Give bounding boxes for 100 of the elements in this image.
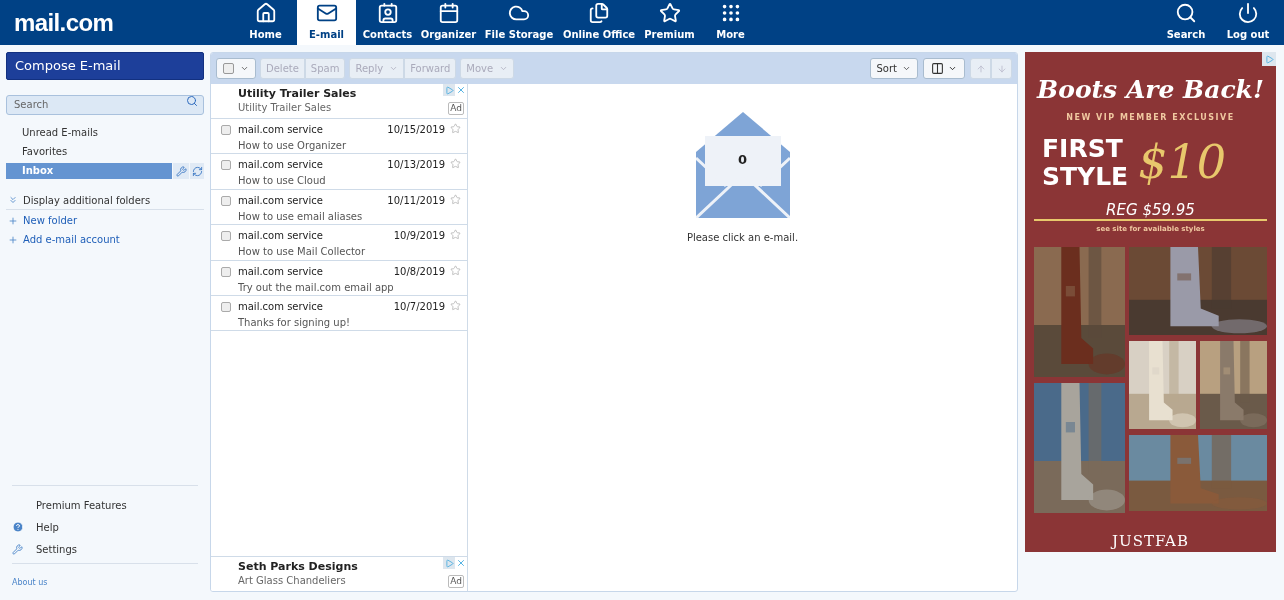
search-icon[interactable] [186,95,198,107]
email-date: 10/11/2019 [387,193,445,208]
star-icon[interactable] [450,299,461,311]
nav-tab[interactable]: File Storage [480,0,558,45]
nav-tab[interactable]: More [701,0,760,45]
house-icon [254,2,277,24]
star-icon[interactable] [450,123,461,134]
plus-icon [8,234,18,245]
email-date: 10/8/2019 [393,264,445,279]
email-row[interactable]: mail.com service 10/13/2019 How to use Cloud [211,154,467,190]
help-icon [12,521,24,533]
select-all-dropdown[interactable] [216,58,256,79]
banner-price: $10 [1138,134,1226,191]
footer-link[interactable]: Settings [36,541,77,557]
sidebar-link[interactable]: Add e-mail account [23,232,120,247]
down-button[interactable] [991,58,1012,79]
checkbox[interactable] [221,125,231,135]
ad-subtitle: Art Glass Chandeliers [238,574,346,588]
footer-link[interactable]: Premium Features [36,497,127,513]
logo[interactable]: mail.com [14,4,214,41]
email-subject: How to use Mail Collector [238,245,367,260]
search-icon [1175,2,1197,24]
columns-icon [931,62,944,75]
nav-tab[interactable]: Organizer [419,0,478,45]
email-row[interactable]: mail.com service 10/11/2019 How to use email aliases [211,189,467,226]
nav-tab[interactable]: Home [236,0,295,45]
email-subject: How to use email aliases [238,209,364,224]
star-icon[interactable] [450,264,461,276]
nav-tab[interactable]: Premium [640,0,699,45]
compose-button[interactable]: Compose E-mail [6,52,204,80]
brand-logo: JUSTFAB [1112,530,1189,552]
folder-item[interactable]: Favorites [6,144,204,160]
email-row[interactable]: mail.com service 10/7/2019 Thanks for signing up! [211,295,467,332]
sidebar-link[interactable]: New folder [23,213,78,228]
email-sender: mail.com service [238,158,323,173]
arrow-up-icon [975,63,986,74]
caret-icon [389,64,399,73]
ad-badge: Ad [448,575,464,588]
checkbox[interactable] [223,63,234,74]
envelope-icon [315,2,338,24]
checkbox[interactable] [221,195,231,206]
wrench-icon[interactable] [173,163,189,179]
power-icon [1237,2,1259,24]
ad-title: Utility Trailer Sales [238,86,357,101]
documents-icon [588,2,610,24]
folder-item[interactable]: Unread E-mails [6,125,204,141]
checkbox[interactable] [221,160,231,171]
envelope-icon [695,112,790,218]
close-icon[interactable] [455,84,467,96]
about-link[interactable]: About us [12,578,48,587]
email-subject: How to use Cloud [238,174,327,189]
email-subject: Try out the mail.com email app [238,280,395,295]
nav-tab[interactable]: Contacts [358,0,417,45]
star-icon[interactable] [450,193,461,205]
caret-icon [240,64,249,73]
arrow-down-icon [996,63,1007,74]
ad-choices-icon[interactable] [443,557,455,569]
nav-tab[interactable]: Online Office [560,0,638,45]
plus-icon [8,215,18,226]
banner-headline: Boots Are Back! [1037,74,1264,106]
ad-choices-icon[interactable] [443,84,455,96]
email-sender: mail.com service [238,299,323,314]
nav-tab[interactable]: E-mail [297,0,356,45]
nav-button[interactable]: Search [1158,0,1214,45]
layout-button[interactable] [923,58,965,79]
email-row[interactable]: mail.com service 10/15/2019 How to use Organizer [211,119,467,155]
search-field[interactable]: Search [6,94,204,115]
email-date: 10/13/2019 [387,158,445,173]
caret-icon [902,64,911,73]
email-sender: mail.com service [238,123,323,137]
ad-row[interactable]: Utility Trailer Sales Utility Trailer Sales Ad [211,84,467,119]
footer-link[interactable]: Help [36,519,59,535]
ad-row[interactable]: Seth Parks Designs Art Glass Chandeliers Ad [211,556,467,591]
email-sender: mail.com service [238,264,323,279]
star-icon[interactable] [450,158,461,170]
close-icon[interactable] [455,557,467,569]
regular-price: REG $59.95 [1106,201,1195,219]
address-book-icon [376,2,399,24]
caret-icon [948,64,957,73]
up-button[interactable] [970,58,991,79]
sidebar-link[interactable]: Display additional folders [23,192,151,208]
ad-title: Seth Parks Designs [238,559,358,574]
star-icon[interactable] [450,229,461,241]
ad-choices-icon[interactable] [1262,52,1276,66]
email-row[interactable]: mail.com service 10/9/2019 How to use Mail Collector [211,225,467,261]
email-date: 10/7/2019 [393,299,445,314]
refresh-icon[interactable] [190,163,204,179]
banner-tagline: NEW VIP MEMBER EXCLUSIVE [1066,112,1235,124]
email-date: 10/9/2019 [393,229,445,244]
checkbox[interactable] [221,266,231,277]
nav-button[interactable]: Log out [1220,0,1276,45]
checkbox[interactable] [221,301,231,312]
email-date: 10/15/2019 [387,123,445,137]
banner-offer: FIRST [1042,134,1124,163]
sort-button[interactable]: Sort [869,58,918,79]
ad-badge: Ad [448,102,464,115]
wrench-icon [12,543,23,555]
unread-count: 0 [736,151,748,169]
email-row[interactable]: mail.com service 10/8/2019 Try out the mail.com email app [211,260,467,296]
checkbox[interactable] [221,231,231,242]
